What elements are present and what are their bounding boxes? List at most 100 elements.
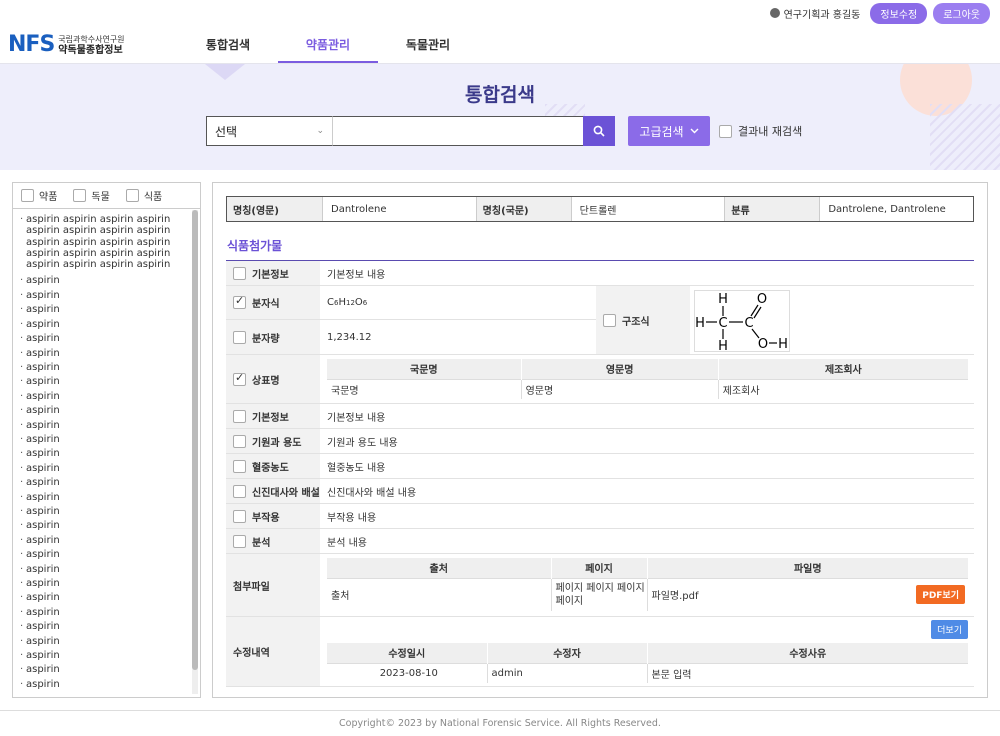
checkbox[interactable] [233, 434, 246, 448]
row-label: 기원과 용도 [226, 429, 320, 453]
list-item[interactable]: aspirin [20, 563, 191, 578]
list-item[interactable]: aspirin [20, 577, 191, 592]
search-category-select[interactable]: 선택 ⌄ [206, 116, 332, 146]
row-label-text: 분자량 [252, 333, 280, 345]
main-header: NFS 국립과학수사연구원 약독물종합정보 통합검색 약품관리 독물관리 [0, 26, 1000, 64]
summary-table: 명칭(영문) Dantrolene 명칭(국문) 단트롤렌 분류 Dantrol… [226, 196, 974, 222]
advanced-search-button[interactable]: 고급검색 [628, 116, 710, 146]
formula-label: 분자식 [226, 286, 320, 319]
list-item[interactable]: aspirin [20, 318, 191, 333]
checkbox[interactable] [233, 484, 246, 498]
scrollbar-thumb[interactable] [192, 210, 198, 670]
logout-button[interactable]: 로그아웃 [933, 2, 990, 24]
checkbox[interactable] [125, 189, 139, 202]
row-metabolism: 신진대사와 배설 신진대사와 배설 내용 [226, 479, 974, 504]
list-item[interactable]: aspirin [20, 433, 191, 448]
nav-drug-management[interactable]: 약품관리 [278, 26, 378, 63]
list-item[interactable]: aspirin [20, 289, 191, 304]
list-item[interactable]: aspirin [20, 332, 191, 347]
list-item[interactable]: aspirin [20, 347, 191, 362]
list-item[interactable]: aspirin [20, 491, 191, 506]
section-title: 식품첨가물 [227, 239, 283, 253]
row-value: 혈중농도 내용 [327, 462, 386, 474]
column-header: 출처 [327, 558, 551, 578]
row-label: 기본정보 [226, 261, 320, 285]
list-item[interactable]: aspirin [20, 476, 191, 491]
list-item[interactable]: aspirin [20, 404, 191, 419]
edit-profile-button[interactable]: 정보수정 [870, 2, 928, 24]
filter-drug[interactable]: 약품 [21, 188, 57, 203]
list-item[interactable]: aspirin [20, 635, 191, 650]
checkbox[interactable] [233, 330, 246, 344]
checkbox[interactable] [233, 266, 246, 280]
list-item[interactable]: aspirin [20, 678, 191, 693]
list-item[interactable]: aspirin [20, 375, 191, 390]
list-item[interactable]: aspirin [20, 663, 191, 678]
atom: C [744, 316, 753, 331]
structure-value: H H C H C O O H [690, 286, 974, 354]
nav-poison-management[interactable]: 독물관리 [378, 26, 478, 63]
list-item[interactable]: aspirin [20, 519, 191, 534]
row-basic: 기본정보 기본정보 내용 [226, 261, 974, 286]
pdf-view-button[interactable]: PDF보기 [916, 585, 965, 605]
row-label: 혈중농도 [226, 454, 320, 478]
list-item[interactable]: aspirin [20, 274, 191, 289]
filter-poison[interactable]: 독물 [73, 188, 110, 203]
list-item[interactable]: aspirin [20, 620, 191, 635]
history-label: 수정내역 [226, 617, 320, 686]
search-input[interactable] [332, 116, 583, 146]
row-value: 분석 내용 [327, 537, 367, 549]
checkbox[interactable] [233, 409, 246, 423]
checkbox[interactable] [603, 313, 616, 327]
table-cell: 제조회사 [717, 378, 968, 399]
scrollbar[interactable] [192, 210, 198, 694]
list-item[interactable]: aspirin [20, 361, 191, 376]
row-label: 분석 [226, 529, 320, 553]
atom: C [718, 316, 727, 331]
list-item[interactable]: aspirin [20, 447, 191, 462]
file-name: 파일명.pdf [651, 591, 699, 603]
checkbox[interactable] [21, 189, 34, 202]
checkbox[interactable] [233, 371, 246, 386]
list-item[interactable]: aspirin [20, 419, 191, 434]
list-item[interactable]: aspirin [20, 649, 191, 664]
research-in-results-checkbox[interactable]: 결과내 재검색 [719, 123, 802, 139]
formula-o-count: 6 [362, 298, 368, 307]
list-item[interactable]: aspirin [20, 534, 191, 549]
attach-table: 출처 페이지 파일명 출처 페이지 페이지 페이지 페이지 파일명.pdf PD… [327, 558, 968, 611]
list-item[interactable]: aspirin [20, 462, 191, 477]
row-analysis: 분석 분석 내용 [226, 529, 974, 554]
row-label-text: 기본정보 [252, 269, 289, 281]
search-button[interactable] [583, 116, 615, 146]
atom: O [757, 292, 767, 307]
list-item[interactable]: aspirin [20, 591, 191, 606]
list-item[interactable]: aspirin [20, 548, 191, 563]
chevron-down-icon: ⌄ [316, 126, 324, 136]
nav-integrated-search[interactable]: 통합검색 [178, 26, 278, 63]
checkbox[interactable] [233, 459, 246, 473]
trademark-table: 국문명 영문명 제조회사 국문명 영문명 제조회사 [327, 359, 968, 399]
row-label-text: 기원과 용도 [252, 437, 302, 449]
checkbox[interactable] [233, 294, 246, 309]
formula-value: C 6 H 12 O 6 [320, 286, 596, 319]
column-header: 수정자 [486, 643, 647, 663]
list-item[interactable]: aspirin [20, 303, 191, 318]
checkbox[interactable] [73, 189, 87, 202]
checkbox[interactable] [233, 509, 246, 523]
checkbox[interactable] [719, 124, 732, 138]
decor-triangle [205, 64, 245, 80]
atom: H [718, 339, 728, 353]
column-header: 제조회사 [717, 359, 968, 379]
history-table: 수정일시 수정자 수정사유 2023-08-10 admin 본문 입력 [327, 643, 968, 683]
list-item[interactable]: aspirin [20, 390, 191, 405]
filter-food[interactable]: 식품 [125, 188, 162, 203]
chevron-down-icon [690, 128, 699, 134]
list-item[interactable]: aspirin aspirin aspirin aspirin aspirin … [20, 214, 191, 274]
search-hero: 통합검색 선택 ⌄ 고급검색 결과내 재검색 [0, 64, 1000, 170]
row-formula-block: 분자식 C6H12O6 분자량 1,234.12 구조식 H H [226, 286, 974, 355]
list-item[interactable]: aspirin [20, 505, 191, 520]
list-item[interactable]: aspirin [20, 606, 191, 621]
logo[interactable]: NFS 국립과학수사연구원 약독물종합정보 [8, 32, 178, 57]
checkbox[interactable] [233, 534, 246, 548]
more-button[interactable]: 더보기 [931, 620, 968, 639]
